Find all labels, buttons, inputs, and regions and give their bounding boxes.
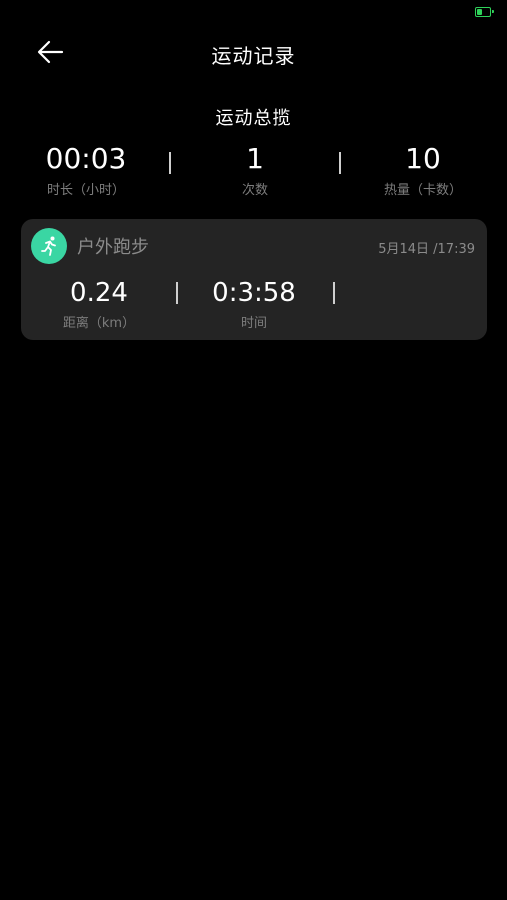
record-distance: 0.24 距离（km）	[19, 277, 179, 331]
stat-value: 00:03	[45, 142, 127, 175]
record-stat-divider	[333, 282, 335, 304]
sport-name: 户外跑步	[77, 237, 149, 258]
record-stat-value: 0:3:58	[212, 278, 296, 308]
stat-calories: 10 热量（卡数）	[343, 142, 503, 198]
stat-label: 热量（卡数）	[383, 183, 462, 198]
status-bar	[0, 0, 507, 26]
stat-value: 10	[405, 142, 441, 175]
record-time: 0:3:58 时间	[174, 277, 334, 331]
record-stat-label: 时间	[240, 316, 267, 331]
page-title: 运动记录	[211, 44, 296, 68]
record-date: 5月14日 /17:39	[378, 242, 475, 257]
running-person-icon	[41, 236, 56, 256]
stat-label: 时长（小时）	[46, 183, 125, 198]
record-stat-label: 距离（km）	[62, 316, 136, 331]
record-stat-value: 0.24	[70, 278, 128, 308]
summary-stats: 00:03 时长（小时） 1 次数 10 热量（卡数）	[0, 142, 507, 202]
battery-charging-icon	[475, 7, 494, 17]
header: 运动记录	[0, 28, 507, 76]
stat-duration: 00:03 时长（小时）	[6, 142, 166, 198]
stat-divider	[339, 152, 341, 174]
record-card[interactable]: 户外跑步 5月14日 /17:39 0.24 距离（km） 0:3:58 时间	[21, 219, 487, 340]
stat-value: 1	[246, 142, 264, 175]
stat-divider	[169, 152, 171, 174]
summary-title: 运动总揽	[215, 108, 292, 129]
sport-badge	[31, 228, 67, 264]
stat-count: 1 次数	[175, 142, 335, 198]
stat-label: 次数	[241, 183, 268, 198]
